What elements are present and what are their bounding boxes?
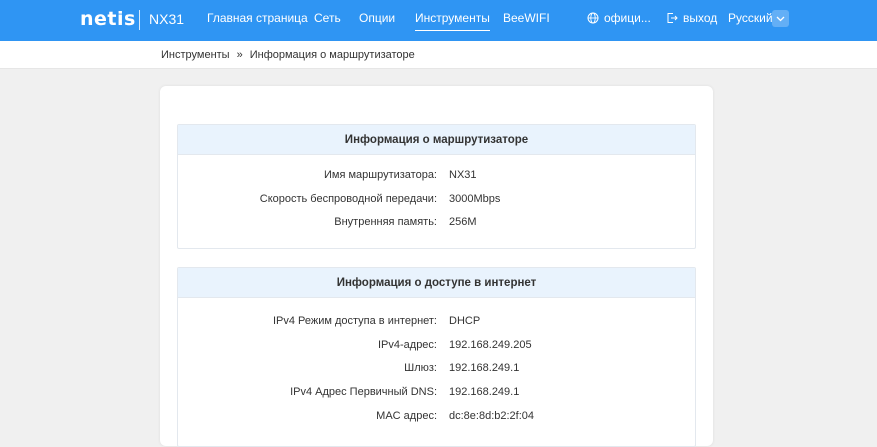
logo-divider <box>139 10 140 30</box>
router-info-title: Информация о маршрутизаторе <box>178 125 695 155</box>
breadcrumb: Инструменты » Информация о маршрутизатор… <box>161 49 415 61</box>
internet-info-title: Информация о доступе в интернет <box>178 268 695 298</box>
router-info-section: Информация о маршрутизаторе Имя маршрути… <box>177 124 696 249</box>
language-select[interactable]: Русский <box>728 11 773 25</box>
gateway-label: Шлюз: <box>404 362 437 375</box>
router-name-label: Имя маршрутизатора: <box>323 169 437 181</box>
wireless-speed-label: Скорость беспроводной передачи: <box>259 192 437 205</box>
logout-button[interactable]: выход <box>666 11 717 25</box>
access-mode-label: IPv4 Режим доступа в интернет: <box>272 315 437 327</box>
info-row: IPv4 Адрес Первичный DNS: 192.168.249.1 <box>178 381 695 405</box>
nav-options[interactable]: Опции <box>359 11 395 25</box>
memory-value: 256M <box>449 216 477 229</box>
content-card: Информация о маршрутизаторе Имя маршрути… <box>160 86 713 447</box>
breadcrumb-bar: Инструменты » Информация о маршрутизатор… <box>0 41 877 69</box>
router-name-value: NX31 <box>449 169 477 181</box>
official-site-link[interactable]: офици... <box>587 11 651 25</box>
info-row: Имя маршрутизатора: NX31 <box>178 164 695 188</box>
ipv4-address-label: IPv4-адрес: <box>377 338 437 351</box>
language-label: Русский <box>728 11 773 25</box>
globe-icon <box>587 12 599 24</box>
breadcrumb-separator: » <box>236 49 243 61</box>
access-mode-value: DHCP <box>449 315 481 327</box>
model-name: NX31 <box>149 11 185 27</box>
nav-network[interactable]: Сеть <box>314 11 341 25</box>
wireless-speed-value: 3000Mbps <box>449 192 501 205</box>
mac-address-label: MAC адрес: <box>376 409 437 422</box>
top-navbar: netis NX31 Главная страница Сеть Опции И… <box>0 0 877 41</box>
memory-label: Внутренняя память: <box>334 216 437 229</box>
info-row: IPv4 Режим доступа в интернет: DHCP <box>178 310 695 334</box>
nav-tools[interactable]: Инструменты <box>415 11 490 31</box>
nav-home[interactable]: Главная страница <box>207 11 308 25</box>
info-row: IPv4-адрес: 192.168.249.205 <box>178 334 695 358</box>
primary-dns-value: 192.168.249.1 <box>449 386 520 399</box>
official-site-label: офици... <box>604 11 651 25</box>
netis-logo[interactable]: netis <box>80 8 136 30</box>
gateway-value: 192.168.249.1 <box>449 362 520 375</box>
info-row: Скорость беспроводной передачи: 3000Mbps <box>178 188 695 212</box>
logout-icon <box>666 12 678 24</box>
breadcrumb-parent[interactable]: Инструменты <box>161 49 230 61</box>
breadcrumb-current: Информация о маршрутизаторе <box>249 49 415 61</box>
mac-address-value: dc:8e:8d:b2:2f:04 <box>449 409 535 422</box>
internet-info-section: Информация о доступе в интернет IPv4 Реж… <box>177 267 696 447</box>
info-row: Внутренняя память: 256M <box>178 211 695 235</box>
ipv4-address-value: 192.168.249.205 <box>449 338 532 351</box>
logout-label: выход <box>683 11 718 25</box>
primary-dns-label: IPv4 Адрес Первичный DNS: <box>290 386 437 399</box>
chevron-down-icon[interactable] <box>772 10 789 27</box>
info-row: Шлюз: 192.168.249.1 <box>178 357 695 381</box>
info-row: MAC адрес: dc:8e:8d:b2:2f:04 <box>178 405 695 429</box>
nav-beewifi[interactable]: BeeWIFI <box>503 11 550 25</box>
